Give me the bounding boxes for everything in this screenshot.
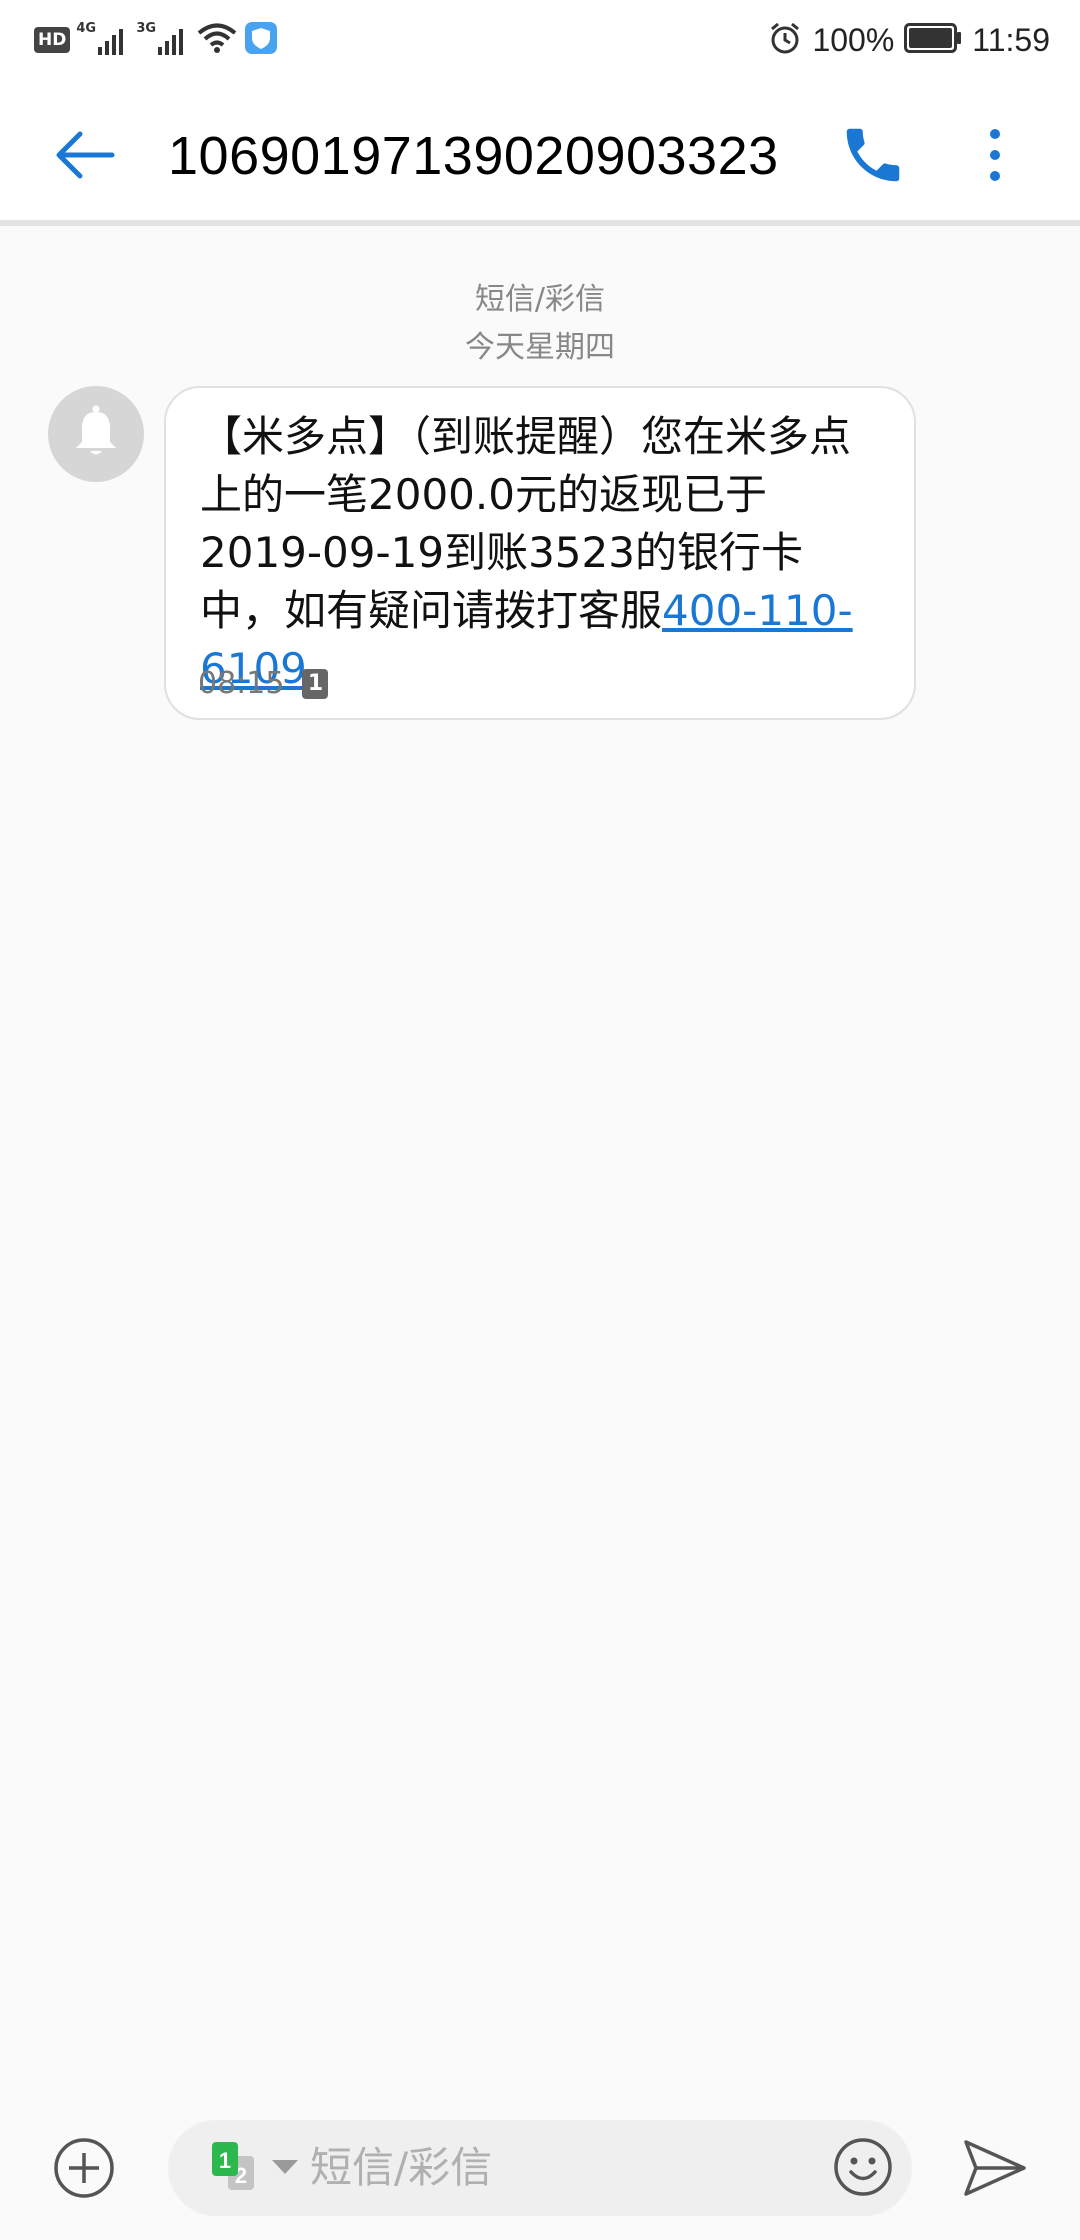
emoji-button[interactable] bbox=[832, 2136, 894, 2198]
phone-icon bbox=[846, 128, 900, 182]
sim-card-icon: 2 1 bbox=[212, 2142, 254, 2190]
call-button[interactable] bbox=[838, 120, 908, 190]
sim-badge: 1 bbox=[302, 668, 329, 699]
shield-icon bbox=[244, 21, 278, 59]
plus-circle-icon bbox=[54, 2138, 114, 2198]
alarm-icon bbox=[768, 21, 802, 59]
arrow-left-icon bbox=[56, 131, 115, 179]
message-time: 08:15 bbox=[198, 666, 285, 701]
input-placeholder: 短信/彩信 bbox=[310, 2143, 493, 2192]
app-bar: 10690197139020903323 bbox=[0, 80, 1080, 226]
add-attachment-button[interactable] bbox=[52, 2136, 116, 2200]
hd-badge: HD bbox=[34, 27, 71, 53]
clock: 11:59 bbox=[972, 21, 1050, 58]
date-header: 今天星期四 bbox=[465, 330, 615, 365]
message-meta: 08:15 1 bbox=[198, 666, 329, 701]
signal-4g-icon: 4G bbox=[76, 21, 130, 57]
sim-switch-button[interactable]: 2 1 bbox=[208, 2140, 268, 2200]
signal-3g-icon: 3G bbox=[136, 21, 190, 57]
contact-number-title: 10690197139020903323 bbox=[168, 126, 779, 186]
status-bar: HD 4G 3G 100% 11:59 bbox=[0, 0, 1080, 80]
compose-bar: 2 1 短信/彩信 bbox=[0, 2080, 1080, 2240]
sim-1-label: 1 bbox=[219, 2148, 231, 2173]
chevron-down-icon[interactable] bbox=[272, 2160, 298, 2174]
battery-icon bbox=[904, 23, 962, 57]
more-vert-icon bbox=[990, 129, 1000, 181]
emoji-icon bbox=[834, 2138, 892, 2196]
more-options-button[interactable] bbox=[970, 120, 1020, 190]
bell-icon bbox=[76, 405, 116, 455]
wifi-icon bbox=[196, 21, 238, 59]
send-button[interactable] bbox=[962, 2136, 1028, 2200]
avatar[interactable] bbox=[48, 386, 144, 482]
message-type-label: 短信/彩信 bbox=[474, 282, 606, 317]
back-button[interactable] bbox=[50, 120, 120, 190]
send-icon bbox=[964, 2140, 1026, 2196]
status-right: 100% 11:59 bbox=[768, 20, 1050, 60]
message-input[interactable]: 2 1 短信/彩信 bbox=[168, 2120, 912, 2216]
status-left: HD 4G 3G bbox=[34, 20, 278, 60]
battery-percent: 100% bbox=[812, 21, 895, 58]
